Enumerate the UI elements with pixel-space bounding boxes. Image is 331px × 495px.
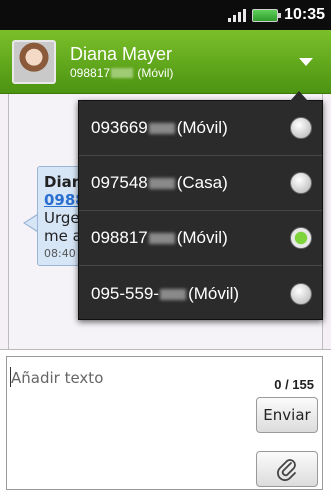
clock: 10:35: [284, 6, 325, 23]
paperclip-icon: [277, 459, 296, 481]
status-bar: 10:35: [0, 0, 331, 30]
contact-info: Diana Mayer 098817 (Móvil): [70, 44, 173, 80]
signal-icon: [228, 8, 247, 22]
menu-item-number[interactable]: 095-559- (Móvil): [79, 266, 322, 321]
avatar[interactable]: [12, 39, 56, 84]
menu-item-label: 097548 (Casa): [91, 173, 228, 192]
radio-button-selected[interactable]: [290, 227, 312, 249]
chevron-down-icon[interactable]: [299, 58, 313, 66]
attach-button[interactable]: [256, 451, 318, 487]
redacted-digits: [111, 68, 134, 79]
contact-number: 098817 (Móvil): [70, 66, 173, 80]
message-input[interactable]: [11, 365, 241, 391]
menu-item-label: 098817 (Móvil): [91, 228, 228, 247]
char-counter: 0 / 155: [274, 377, 314, 392]
menu-item-number[interactable]: 097548 (Casa): [79, 156, 322, 211]
menu-item-number[interactable]: 098817 (Móvil): [79, 211, 322, 266]
radio-button[interactable]: [290, 172, 312, 194]
radio-button[interactable]: [290, 117, 312, 139]
menu-item-label: 093669 (Móvil): [91, 118, 228, 137]
contact-header[interactable]: Diana Mayer 098817 (Móvil): [0, 30, 331, 94]
compose-area: 0 / 155 Enviar: [0, 349, 331, 495]
number-picker-menu: 093669 (Móvil) 097548 (Casa) 098817 (Móvil)…: [78, 91, 323, 321]
contact-number-prefix: 098817: [70, 65, 111, 80]
menu-item-label: 095-559- (Móvil): [91, 283, 240, 303]
send-button[interactable]: Enviar: [256, 397, 318, 433]
contact-name: Diana Mayer: [70, 43, 173, 64]
radio-button[interactable]: [290, 282, 312, 305]
menu-caret: [290, 91, 308, 101]
menu-item-number[interactable]: 093669 (Móvil): [79, 101, 322, 156]
compose-frame: 0 / 155 Enviar: [6, 356, 323, 490]
contact-number-type: (Móvil): [137, 65, 174, 80]
battery-icon: [252, 8, 282, 22]
